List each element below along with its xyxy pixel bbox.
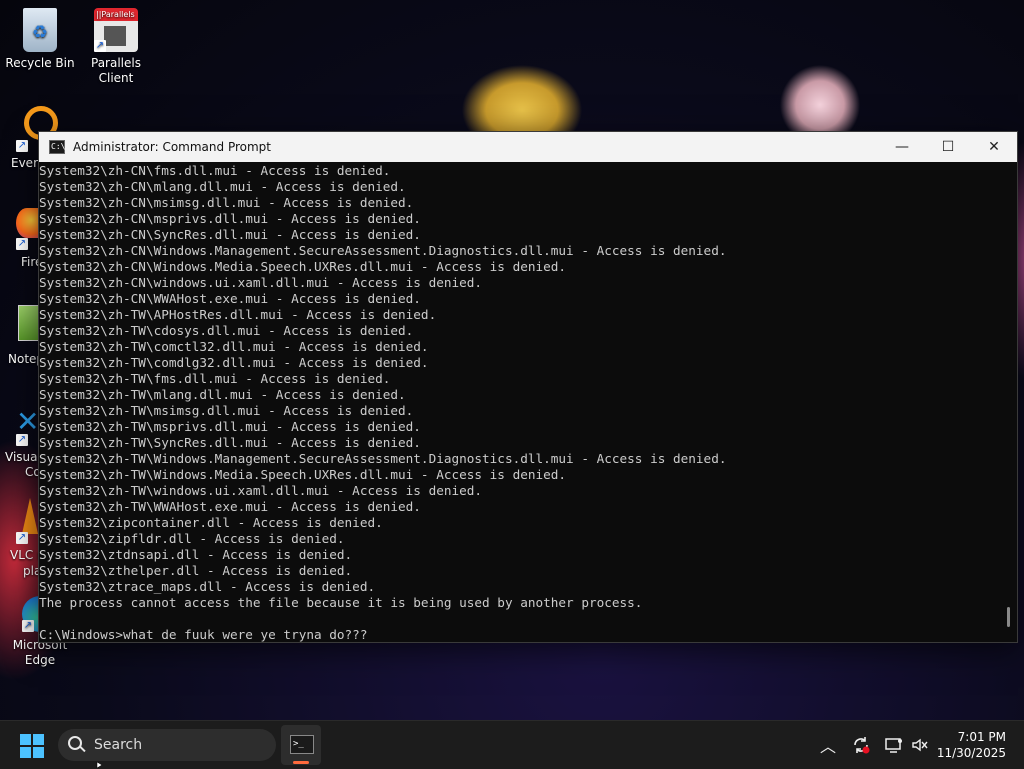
parallels-badge-text: ||Parallels [96,10,135,19]
shortcut-arrow-icon: ↗ [16,238,28,250]
console-line: System32\zh-CN\Windows.Management.Secure… [39,243,727,258]
console-line: System32\zh-CN\fms.dll.mui - Access is d… [39,163,391,178]
console-line: System32\zh-TW\APHostRes.dll.mui - Acces… [39,307,437,322]
windows-logo-icon [20,734,31,745]
console-line: System32\zh-CN\msprivs.dll.mui - Access … [39,211,421,226]
sync-alert-icon [854,737,870,754]
console-line: System32\zh-TW\comdlg32.dll.mui - Access… [39,355,429,370]
maximize-button[interactable]: ☐ [925,132,971,162]
notepad-icon [18,305,40,341]
window-titlebar[interactable]: C:\ Administrator: Command Prompt — ☐ ✕ [39,132,1017,162]
console-line: System32\zh-CN\msimsg.dll.mui - Access i… [39,195,414,210]
windows-logo-icon [33,747,44,758]
windows-logo-icon [20,747,31,758]
vlc-icon [22,498,38,534]
console-line: System32\zh-TW\WWAHost.exe.mui - Access … [39,499,421,514]
tray-sync-status[interactable] [851,721,871,769]
console-line: System32\zh-TW\fms.dll.mui - Access is d… [39,371,391,386]
muted-speaker-network-icon [912,738,928,752]
clock-time: 7:01 PM [957,730,1006,744]
command-prompt-window[interactable]: C:\ Administrator: Command Prompt — ☐ ✕ … [38,131,1018,643]
edge-label-line2: Edge [24,653,56,667]
console-line: System32\ztrace_maps.dll - Access is den… [39,579,376,594]
console-line: System32\zh-TW\comctl32.dll.mui - Access… [39,339,429,354]
console-line: System32\zh-TW\msimsg.dll.mui - Access i… [39,403,414,418]
recycle-bin-label: Recycle Bin [5,56,75,70]
desktop-icon-parallels-client[interactable]: ||Parallels ↗ Parallels Client [76,8,156,86]
console-line: System32\ztdnsapi.dll - Access is denied… [39,547,353,562]
active-app-indicator [293,761,309,764]
shortcut-arrow-icon: ↗ [94,40,106,52]
taskbar: Search >_ ︿ 7:01 PM 11/30/2025 [0,720,1024,769]
shortcut-arrow-icon: ↗ [22,620,34,632]
chevron-up-icon: ︿ [820,737,837,756]
shortcut-arrow-icon: ↗ [16,140,28,152]
console-output[interactable]: System32\zh-CN\fms.dll.mui - Access is d… [39,163,999,642]
console-line: C:\Windows>what de fuuk were ye tryna do… [39,627,368,642]
show-hidden-icons-button[interactable]: ︿ [820,721,836,769]
vscode-icon: ✕ [16,405,40,438]
console-line: System32\zthelper.dll - Access is denied… [39,563,353,578]
clock-date: 11/30/2025 [936,746,1006,760]
start-button[interactable] [20,734,44,758]
console-line: System32\zh-CN\Windows.Media.Speech.UXRe… [39,259,567,274]
desktop-icon-recycle-bin[interactable]: ♻ Recycle Bin [0,8,80,71]
console-line: System32\zh-CN\SyncRes.dll.mui - Access … [39,227,421,242]
mouse-cursor-icon [96,762,103,768]
window-title: Administrator: Command Prompt [73,140,271,154]
vertical-scrollbar[interactable] [999,163,1017,642]
search-label: Search [94,737,143,753]
console-line: System32\zh-TW\cdosys.dll.mui - Access i… [39,323,414,338]
vscode-label-line1: Visual [5,450,41,464]
parallels-client-icon: ||Parallels ↗ [94,8,138,52]
console-line: System32\zipcontainer.dll - Access is de… [39,515,383,530]
svg-text:♻: ♻ [32,22,48,43]
console-line: System32\zh-CN\windows.ui.xaml.dll.mui -… [39,275,483,290]
console-line: System32\zh-TW\msprivs.dll.mui - Access … [39,419,421,434]
console-line: System32\zh-TW\Windows.Media.Speech.UXRe… [39,467,567,482]
cmd-app-icon: C:\ [49,140,65,154]
console-line: The process cannot access the file becau… [39,595,643,610]
minimize-button[interactable]: — [879,132,925,162]
close-button[interactable]: ✕ [971,132,1017,162]
firefox-icon [16,208,38,238]
shortcut-arrow-icon: ↗ [16,532,28,544]
console-line: System32\zh-CN\WWAHost.exe.mui - Access … [39,291,421,306]
console-line: System32\zh-TW\SyncRes.dll.mui - Access … [39,435,421,450]
parallels-client-label-line2: Client [98,71,134,85]
console-line: System32\zipfldr.dll - Access is denied. [39,531,345,546]
cmd-taskbar-icon: >_ [290,735,314,754]
taskbar-clock[interactable]: 7:01 PM 11/30/2025 [937,729,1006,761]
display-settings-icon [885,738,902,753]
taskbar-app-command-prompt[interactable]: >_ [281,725,321,765]
console-line: System32\zh-CN\mlang.dll.mui - Access is… [39,179,406,194]
console-line: System32\zh-TW\mlang.dll.mui - Access is… [39,387,406,402]
search-icon [68,736,86,754]
tray-display-settings[interactable] [884,721,904,769]
recycle-bin-icon: ♻ [23,8,57,52]
parallels-client-label-line1: Parallels [91,56,141,70]
scrollbar-thumb[interactable] [1007,607,1010,627]
taskbar-search-box[interactable]: Search [58,729,276,761]
windows-logo-icon [33,734,44,745]
shortcut-arrow-icon: ↗ [16,434,28,446]
console-line: System32\zh-TW\Windows.Management.Secure… [39,451,727,466]
tray-network-volume[interactable] [910,721,930,769]
console-line: System32\zh-TW\windows.ui.xaml.dll.mui -… [39,483,483,498]
